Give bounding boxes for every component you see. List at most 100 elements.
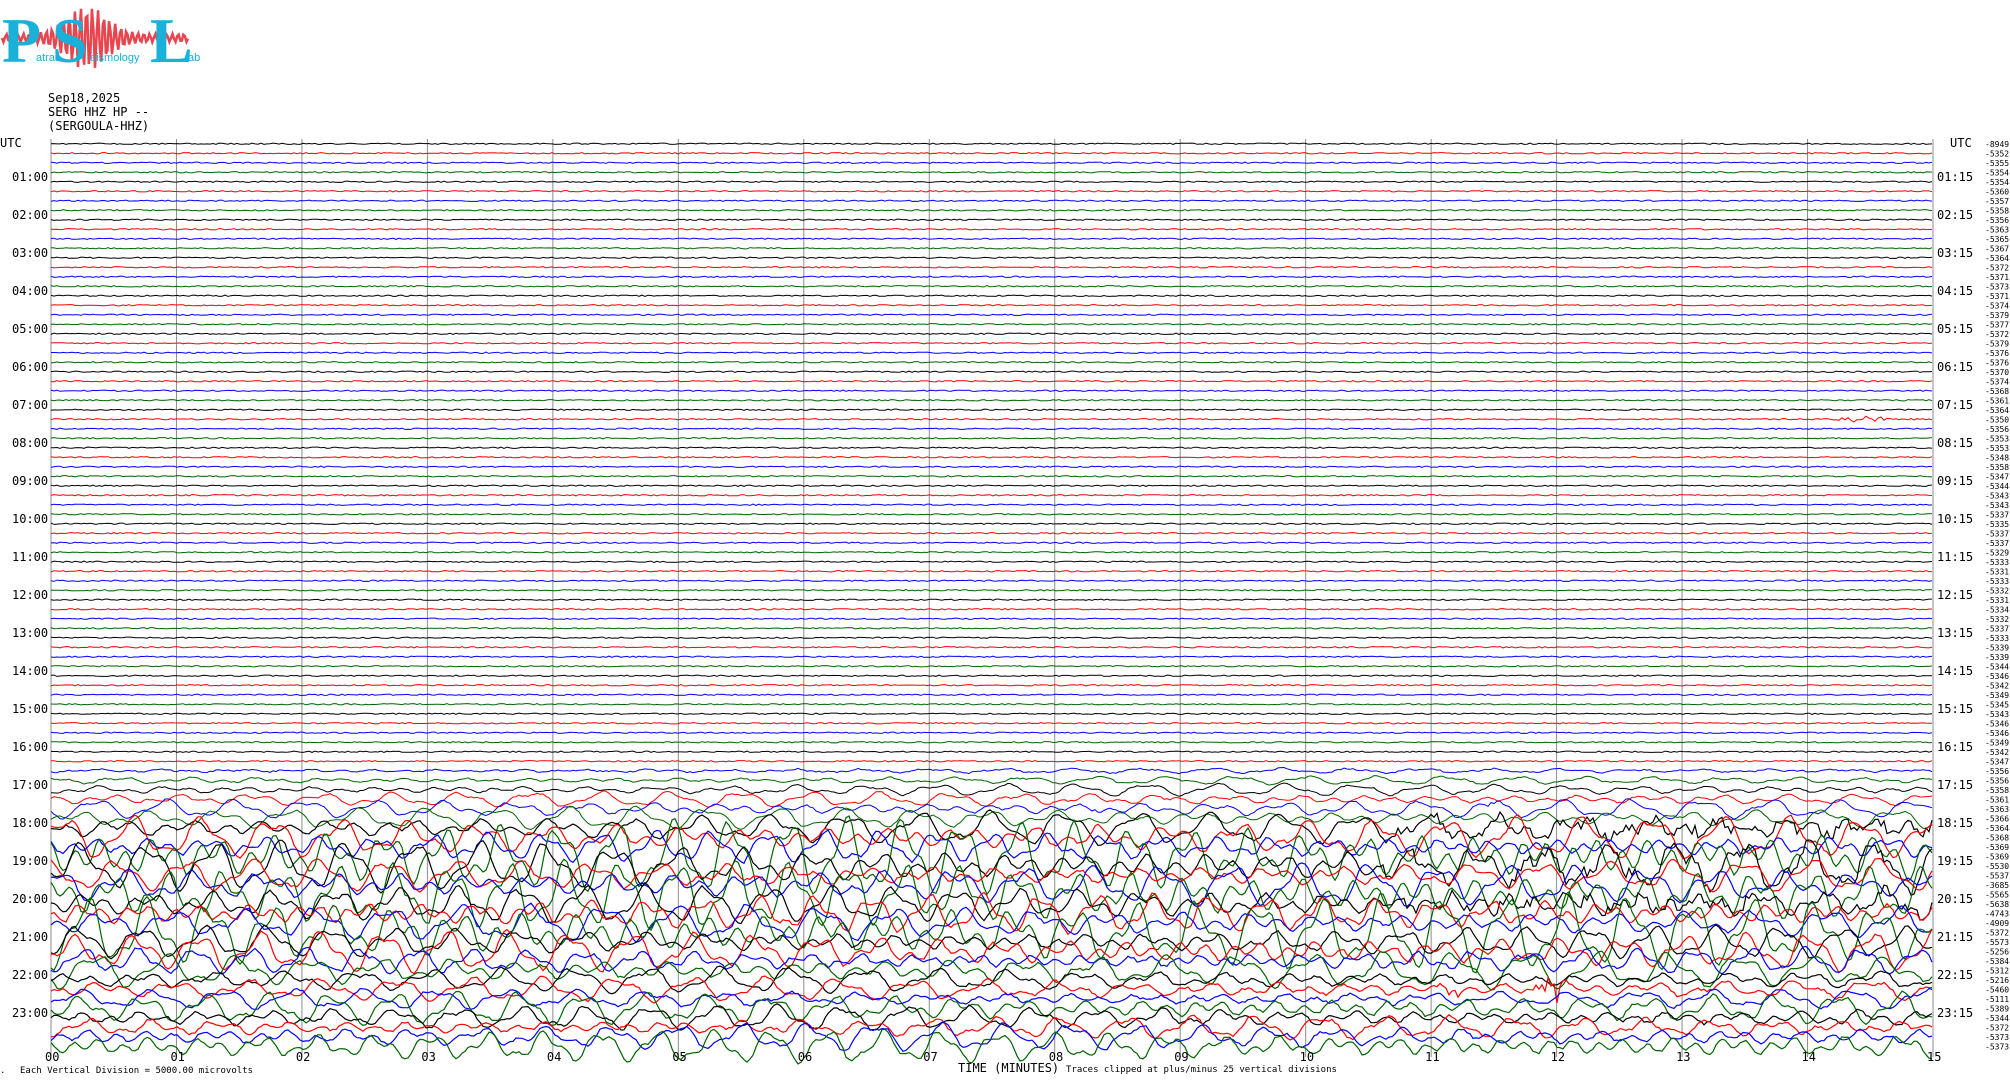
trace-mean-label: -5365 (1985, 235, 2009, 244)
right-hour-label: 23:15 (1937, 1006, 1973, 1020)
trace-mean-counts: -8949-5352-5355-5354-5354-5360-5357-5358… (1985, 140, 2009, 1052)
trace-mean-label: -5573 (1985, 938, 2009, 947)
right-hour-label: 22:15 (1937, 968, 1973, 982)
trace-mean-label: -5364 (1985, 254, 2009, 263)
trace-mean-label: -5312 (1985, 966, 2009, 975)
seismic-trace (50, 380, 1933, 383)
seismic-trace (50, 924, 1933, 960)
right-axis-label: UTC (1950, 136, 1972, 150)
seismic-trace (50, 190, 1933, 193)
trace-mean-label: -5331 (1985, 567, 2009, 576)
seismic-trace (50, 294, 1933, 297)
seismic-trace (50, 361, 1933, 364)
helicorder-chart: P S L atras eismology ab Sep18,2025 SERG… (0, 5, 2009, 1076)
trace-mean-label: -5377 (1985, 320, 2009, 329)
logo-word-atras: atras (36, 52, 61, 64)
trace-mean-label: -5371 (1985, 273, 2009, 282)
trace-mean-label: -5348 (1985, 453, 2009, 462)
trace-mean-label: -5350 (1985, 415, 2009, 424)
seismic-trace (50, 655, 1933, 658)
seismic-trace (50, 782, 1933, 797)
trace-mean-label: -5356 (1985, 767, 2009, 776)
trace-mean-label: -5349 (1985, 691, 2009, 700)
left-hour-label: 10:00 (12, 512, 48, 526)
seismic-trace (50, 389, 1933, 392)
left-hour-label: 21:00 (12, 930, 48, 944)
seismic-trace (50, 323, 1933, 326)
left-hour-label: 13:00 (12, 626, 48, 640)
trace-mean-label: -5353 (1985, 444, 2009, 453)
left-hour-label: 06:00 (12, 360, 48, 374)
seismic-trace (50, 589, 1933, 592)
seismic-trace (50, 814, 1933, 860)
seismic-trace (50, 975, 1933, 1004)
trace-mean-label: -5356 (1985, 425, 2009, 434)
x-minute-label: 01 (170, 1050, 184, 1064)
trace-mean-label: -5537 (1985, 871, 2009, 880)
seismic-trace (50, 142, 1933, 145)
trace-mean-label: -5379 (1985, 339, 2009, 348)
right-hour-label: 19:15 (1937, 854, 1973, 868)
seismic-trace (51, 446, 1933, 449)
right-hour-label: 15:15 (1937, 702, 1973, 716)
right-hour-label: 06:15 (1937, 360, 1973, 374)
seismic-trace (50, 532, 1933, 535)
trace-mean-label: -5333 (1985, 577, 2009, 586)
trace-mean-label: -5333 (1985, 634, 2009, 643)
right-hour-label: 03:15 (1937, 246, 1973, 260)
x-minute-label: 14 (1802, 1050, 1816, 1064)
seismic-trace (50, 1028, 1933, 1065)
trace-mean-label: -5346 (1985, 719, 2009, 728)
trace-mean-label: -5346 (1985, 729, 2009, 738)
left-hour-label: 05:00 (12, 322, 48, 336)
trace-mean-label: -5366 (1985, 814, 2009, 823)
trace-mean-label: -5376 (1985, 349, 2009, 358)
seismic-trace (50, 693, 1933, 696)
right-hour-label: 05:15 (1937, 322, 1973, 336)
seismic-trace (50, 399, 1933, 402)
trace-mean-label: -5376 (1985, 358, 2009, 367)
trace-mean-label: -5369 (1985, 852, 2009, 861)
left-hour-label: 12:00 (12, 588, 48, 602)
trace-mean-label: -5343 (1985, 710, 2009, 719)
x-minute-label: 04 (547, 1050, 561, 1064)
trace-mean-label: -5373 (1985, 1033, 2009, 1042)
trace-mean-label: -5358 (1985, 463, 2009, 472)
x-minute-label: 09 (1174, 1050, 1188, 1064)
trace-mean-label: -5379 (1985, 311, 2009, 320)
seismic-trace (50, 551, 1933, 554)
seismic-trace (50, 199, 1933, 202)
trace-mean-label: -5332 (1985, 615, 2009, 624)
right-hour-label: 10:15 (1937, 512, 1973, 526)
seismic-trace (50, 760, 1933, 763)
seismic-trace (50, 415, 1933, 423)
trace-mean-label: -5361 (1985, 795, 2009, 804)
seismic-trace (50, 560, 1933, 563)
x-minute-label: 10 (1300, 1050, 1314, 1064)
left-hour-label: 22:00 (12, 968, 48, 982)
seismic-trace (50, 1003, 1933, 1031)
right-hour-label: 17:15 (1937, 778, 1973, 792)
seismic-trace (50, 494, 1933, 497)
seismic-trace (50, 513, 1933, 516)
x-minute-label: 05 (672, 1050, 686, 1064)
logo-letter-s: S (52, 5, 88, 76)
trace-mean-label: -5357 (1985, 197, 2009, 206)
trace-mean-label: -5372 (1985, 928, 2009, 937)
trace-mean-label: -5364 (1985, 824, 2009, 833)
seismic-trace (50, 237, 1933, 240)
trace-mean-label: -5565 (1985, 890, 2009, 899)
trace-mean-label: -5358 (1985, 786, 2009, 795)
left-hour-label: 07:00 (12, 398, 48, 412)
trace-mean-label: -5346 (1985, 672, 2009, 681)
seismic-trace (50, 987, 1933, 1010)
x-minute-label: 11 (1425, 1050, 1439, 1064)
seismic-trace (50, 541, 1933, 544)
trace-mean-label: -4909 (1985, 919, 2009, 928)
left-hour-label: 23:00 (12, 1006, 48, 1020)
trace-mean-label: -5355 (1985, 159, 2009, 168)
trace-mean-label: -5329 (1985, 548, 2009, 557)
left-time-ticks: 01:00 02:00 03:00 04:00 05:00 06:00 07:00 08:00… (12, 170, 48, 1020)
seismic-trace (50, 891, 1933, 974)
trace-mean-label: -5344 (1985, 1014, 2009, 1023)
